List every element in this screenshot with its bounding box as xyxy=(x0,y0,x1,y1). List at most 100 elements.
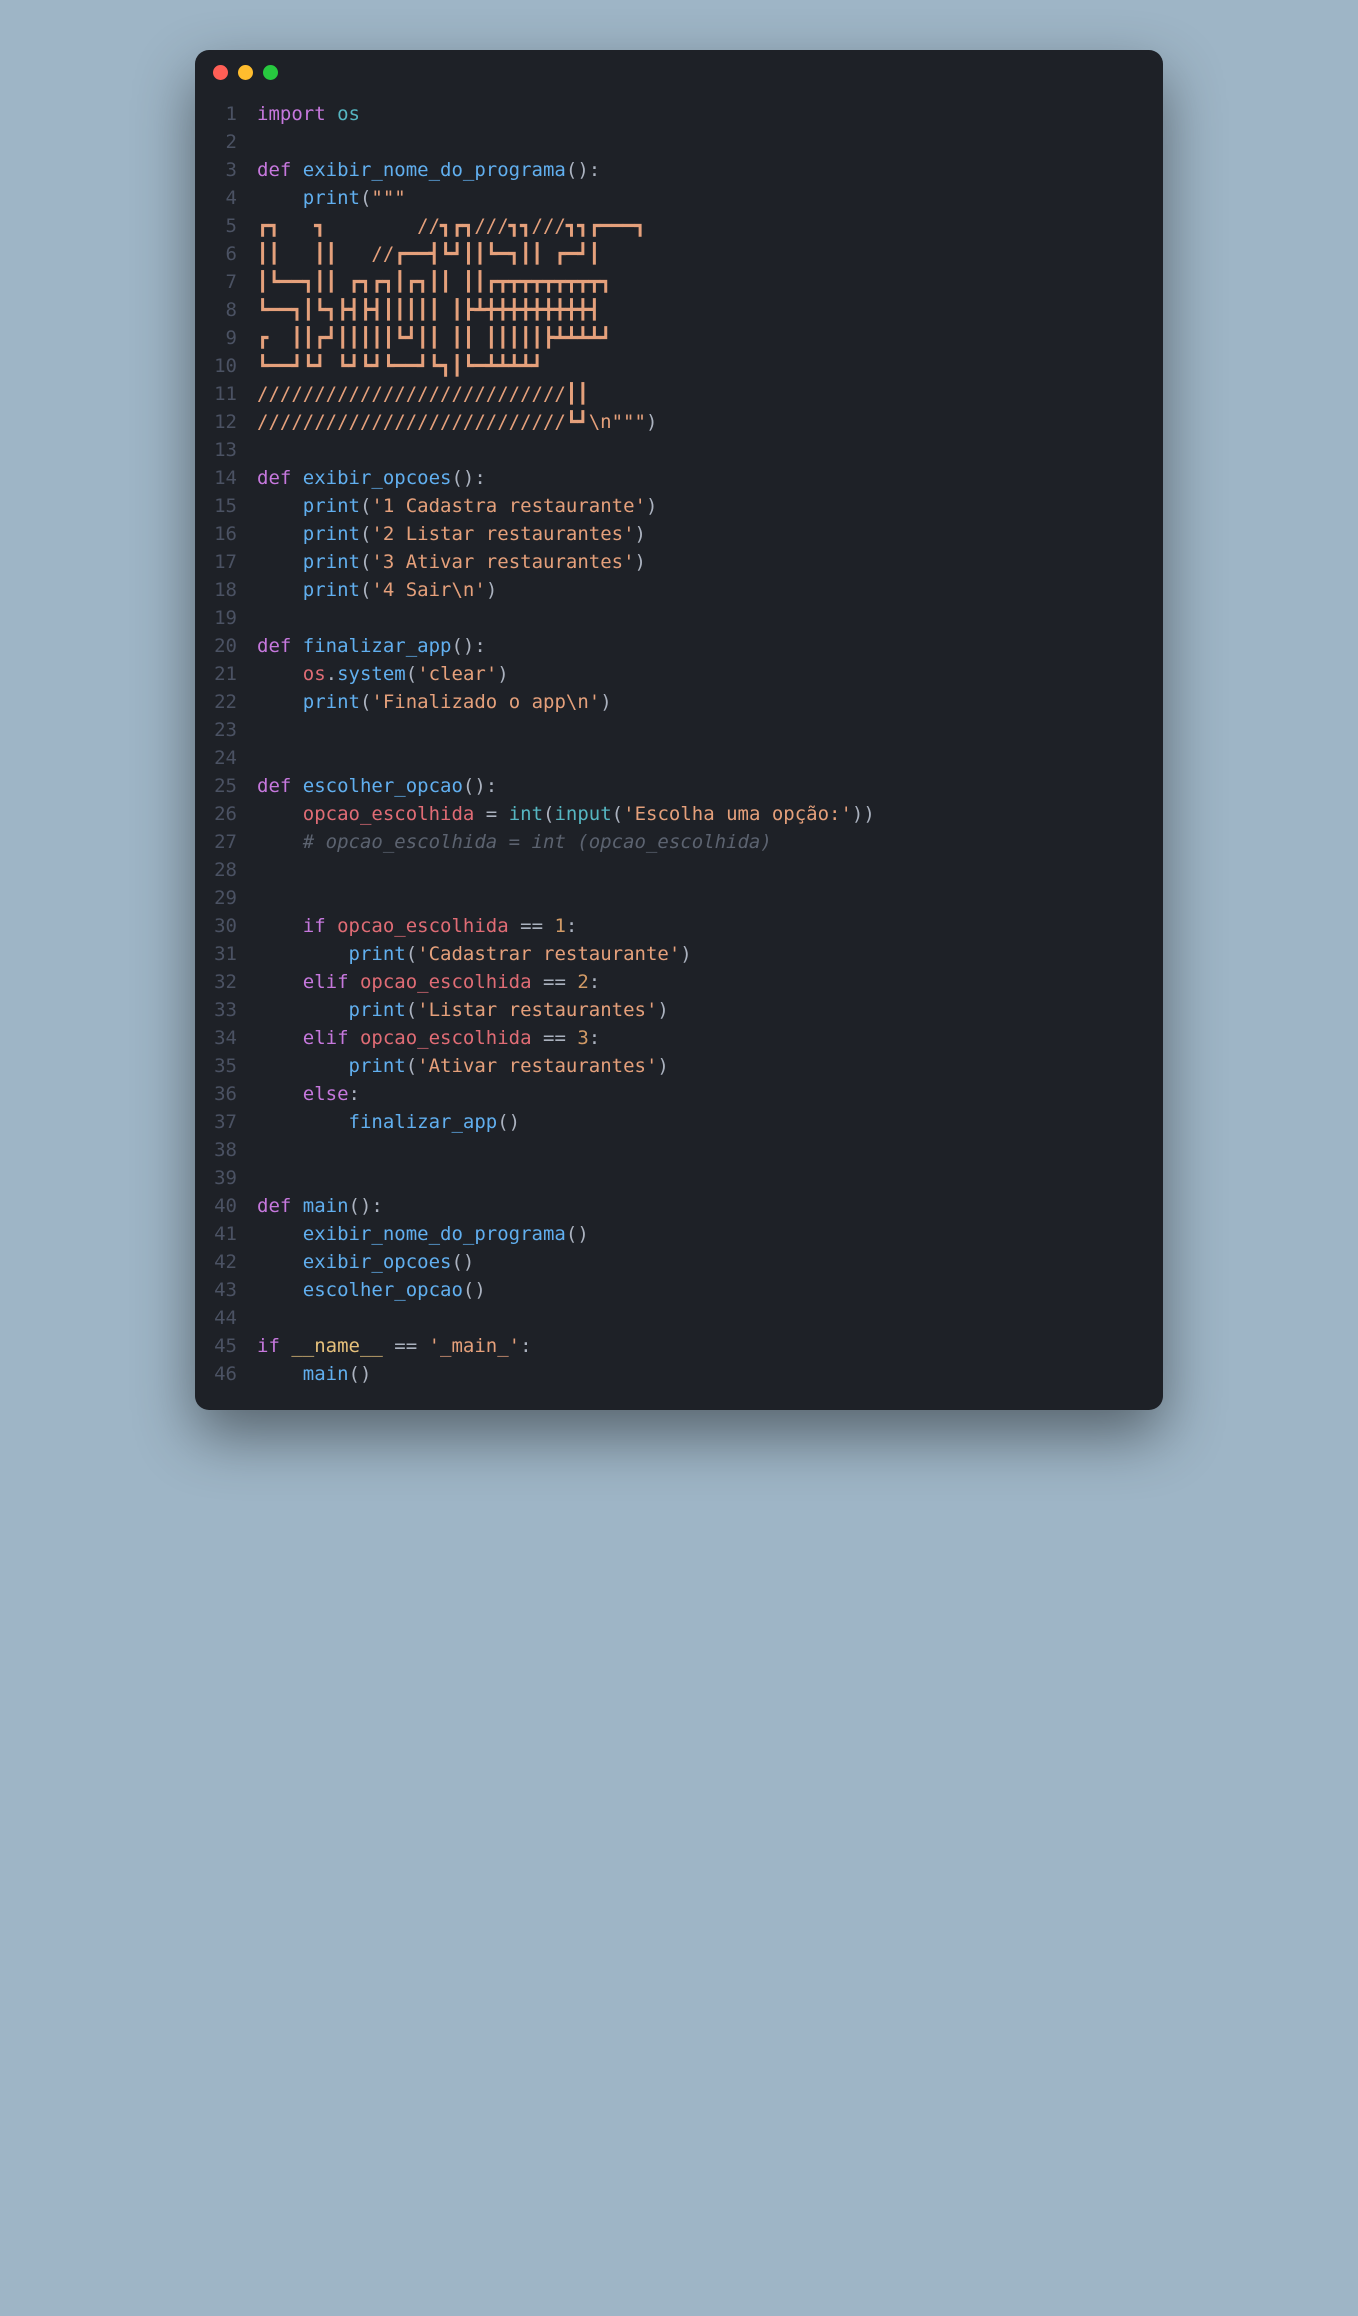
code-content[interactable]: escolher_opcao() xyxy=(257,1276,486,1304)
code-content[interactable]: else: xyxy=(257,1080,360,1108)
code-line[interactable]: 35 print('Ativar restaurantes') xyxy=(195,1052,1163,1080)
code-line[interactable]: 24 xyxy=(195,744,1163,772)
line-number: 17 xyxy=(195,548,257,576)
line-number: 23 xyxy=(195,716,257,744)
line-number: 3 xyxy=(195,156,257,184)
line-number: 46 xyxy=(195,1360,257,1388)
code-content[interactable]: if __name__ == '_main_': xyxy=(257,1332,532,1360)
code-line[interactable]: 20def finalizar_app(): xyxy=(195,632,1163,660)
zoom-icon[interactable] xyxy=(263,65,278,80)
code-editor[interactable]: 1import os23def exibir_nome_do_programa(… xyxy=(195,94,1163,1410)
code-line[interactable]: 2 xyxy=(195,128,1163,156)
code-line[interactable]: 25def escolher_opcao(): xyxy=(195,772,1163,800)
code-line[interactable]: 1import os xyxy=(195,100,1163,128)
code-line[interactable]: 27 # opcao_escolhida = int (opcao_escolh… xyxy=(195,828,1163,856)
code-line[interactable]: 21 os.system('clear') xyxy=(195,660,1163,688)
code-content[interactable]: def exibir_nome_do_programa(): xyxy=(257,156,600,184)
code-content[interactable]: elif opcao_escolhida == 3: xyxy=(257,1024,600,1052)
code-line[interactable]: 16 print('2 Listar restaurantes') xyxy=(195,520,1163,548)
code-line[interactable]: 3def exibir_nome_do_programa(): xyxy=(195,156,1163,184)
line-number: 45 xyxy=(195,1332,257,1360)
line-number: 12 xyxy=(195,408,257,436)
code-line[interactable]: 32 elif opcao_escolhida == 2: xyxy=(195,968,1163,996)
line-number: 18 xyxy=(195,576,257,604)
code-content[interactable]: finalizar_app() xyxy=(257,1108,520,1136)
code-content[interactable]: if opcao_escolhida == 1: xyxy=(257,912,577,940)
line-number: 26 xyxy=(195,800,257,828)
line-number: 34 xyxy=(195,1024,257,1052)
code-line[interactable]: 37 finalizar_app() xyxy=(195,1108,1163,1136)
code-line[interactable]: 19 xyxy=(195,604,1163,632)
code-content[interactable]: print('Listar restaurantes') xyxy=(257,996,669,1024)
code-line[interactable]: 23 xyxy=(195,716,1163,744)
code-content[interactable]: exibir_opcoes() xyxy=(257,1248,474,1276)
code-content[interactable]: exibir_nome_do_programa() xyxy=(257,1220,589,1248)
code-content[interactable]: import os xyxy=(257,100,360,128)
code-content[interactable]: def exibir_opcoes(): xyxy=(257,464,486,492)
minimize-icon[interactable] xyxy=(238,65,253,80)
code-content[interactable]: elif opcao_escolhida == 2: xyxy=(257,968,600,996)
code-content[interactable]: # opcao_escolhida = int (opcao_escolhida… xyxy=(257,828,772,856)
code-line[interactable]: 28 xyxy=(195,856,1163,884)
code-line[interactable]: 11///////////////////////////┃┃ xyxy=(195,380,1163,408)
code-line[interactable]: 43 escolher_opcao() xyxy=(195,1276,1163,1304)
code-line[interactable]: 39 xyxy=(195,1164,1163,1192)
code-line[interactable]: 38 xyxy=(195,1136,1163,1164)
code-content[interactable]: print('Ativar restaurantes') xyxy=(257,1052,669,1080)
line-number: 40 xyxy=(195,1192,257,1220)
code-line[interactable]: 9┏ ┃┃┏┛┃┃┃┃┃┗┛┃┃ ┃┃ ┃┃┃┃┃┣┻┻┻┻┛ xyxy=(195,324,1163,352)
code-content[interactable]: main() xyxy=(257,1360,371,1388)
code-line[interactable]: 29 xyxy=(195,884,1163,912)
code-content[interactable]: def main(): xyxy=(257,1192,383,1220)
code-line[interactable]: 8┗━━┓┃┗┓┣┫┣┫┃┃┃┃┃ ┃┣┻╋╋╋╋╋╋╋╋╋┫ xyxy=(195,296,1163,324)
code-line[interactable]: 44 xyxy=(195,1304,1163,1332)
code-content[interactable]: def finalizar_app(): xyxy=(257,632,486,660)
code-line[interactable]: 15 print('1 Cadastra restaurante') xyxy=(195,492,1163,520)
code-content[interactable]: print(""" xyxy=(257,184,406,212)
code-content[interactable]: ///////////////////////////┗┛\n""") xyxy=(257,408,657,436)
code-content[interactable]: ┃┗━━┓┃┃ ┏┓┏┓┃┏┓┃┃ ┃┃┏┳┳┳┳┳┳┳┳┳┓ xyxy=(257,268,612,296)
line-number: 35 xyxy=(195,1052,257,1080)
code-content[interactable]: def escolher_opcao(): xyxy=(257,772,497,800)
code-line[interactable]: 6┃┃ ┃┃ //┏━━┫┗┛┃┃┗━┓┃┃ ┏━┛┃ xyxy=(195,240,1163,268)
code-content[interactable]: os.system('clear') xyxy=(257,660,509,688)
code-content[interactable]: ┃┃ ┃┃ //┏━━┫┗┛┃┃┗━┓┃┃ ┏━┛┃ xyxy=(257,240,600,268)
code-content[interactable]: print('4 Sair\n') xyxy=(257,576,497,604)
code-line[interactable]: 33 print('Listar restaurantes') xyxy=(195,996,1163,1024)
code-content[interactable]: opcao_escolhida = int(input('Escolha uma… xyxy=(257,800,875,828)
code-line[interactable]: 42 exibir_opcoes() xyxy=(195,1248,1163,1276)
line-number: 6 xyxy=(195,240,257,268)
code-line[interactable]: 46 main() xyxy=(195,1360,1163,1388)
code-line[interactable]: 45if __name__ == '_main_': xyxy=(195,1332,1163,1360)
code-line[interactable]: 5┏┓ ┓ //┓┏┓///┓┓///┓┓┏━━━┓ xyxy=(195,212,1163,240)
close-icon[interactable] xyxy=(213,65,228,80)
code-line[interactable]: 13 xyxy=(195,436,1163,464)
code-content[interactable]: print('Finalizado o app\n') xyxy=(257,688,612,716)
code-line[interactable]: 31 print('Cadastrar restaurante') xyxy=(195,940,1163,968)
code-line[interactable]: 10┗━━┛┗┛ ┗┛┗┛┗━━┛┗┓┃┗━┻┻┻┻┛ xyxy=(195,352,1163,380)
code-line[interactable]: 22 print('Finalizado o app\n') xyxy=(195,688,1163,716)
code-line[interactable]: 4 print(""" xyxy=(195,184,1163,212)
line-number: 44 xyxy=(195,1304,257,1332)
code-content[interactable]: print('3 Ativar restaurantes') xyxy=(257,548,646,576)
code-content[interactable]: print('2 Listar restaurantes') xyxy=(257,520,646,548)
code-line[interactable]: 36 else: xyxy=(195,1080,1163,1108)
code-line[interactable]: 18 print('4 Sair\n') xyxy=(195,576,1163,604)
code-line[interactable]: 40def main(): xyxy=(195,1192,1163,1220)
code-line[interactable]: 41 exibir_nome_do_programa() xyxy=(195,1220,1163,1248)
code-content[interactable]: ┗━━┓┃┗┓┣┫┣┫┃┃┃┃┃ ┃┣┻╋╋╋╋╋╋╋╋╋┫ xyxy=(257,296,600,324)
code-content[interactable]: print('1 Cadastra restaurante') xyxy=(257,492,657,520)
code-content[interactable]: ┏┓ ┓ //┓┏┓///┓┓///┓┓┏━━━┓ xyxy=(257,212,646,240)
code-line[interactable]: 26 opcao_escolhida = int(input('Escolha … xyxy=(195,800,1163,828)
code-content[interactable]: ///////////////////////////┃┃ xyxy=(257,380,589,408)
code-line[interactable]: 14def exibir_opcoes(): xyxy=(195,464,1163,492)
code-line[interactable]: 12///////////////////////////┗┛\n""") xyxy=(195,408,1163,436)
code-line[interactable]: 17 print('3 Ativar restaurantes') xyxy=(195,548,1163,576)
code-content[interactable]: print('Cadastrar restaurante') xyxy=(257,940,692,968)
line-number: 19 xyxy=(195,604,257,632)
code-line[interactable]: 34 elif opcao_escolhida == 3: xyxy=(195,1024,1163,1052)
code-content[interactable]: ┗━━┛┗┛ ┗┛┗┛┗━━┛┗┓┃┗━┻┻┻┻┛ xyxy=(257,352,543,380)
code-line[interactable]: 30 if opcao_escolhida == 1: xyxy=(195,912,1163,940)
code-line[interactable]: 7┃┗━━┓┃┃ ┏┓┏┓┃┏┓┃┃ ┃┃┏┳┳┳┳┳┳┳┳┳┓ xyxy=(195,268,1163,296)
code-content[interactable]: ┏ ┃┃┏┛┃┃┃┃┃┗┛┃┃ ┃┃ ┃┃┃┃┃┣┻┻┻┻┛ xyxy=(257,324,612,352)
